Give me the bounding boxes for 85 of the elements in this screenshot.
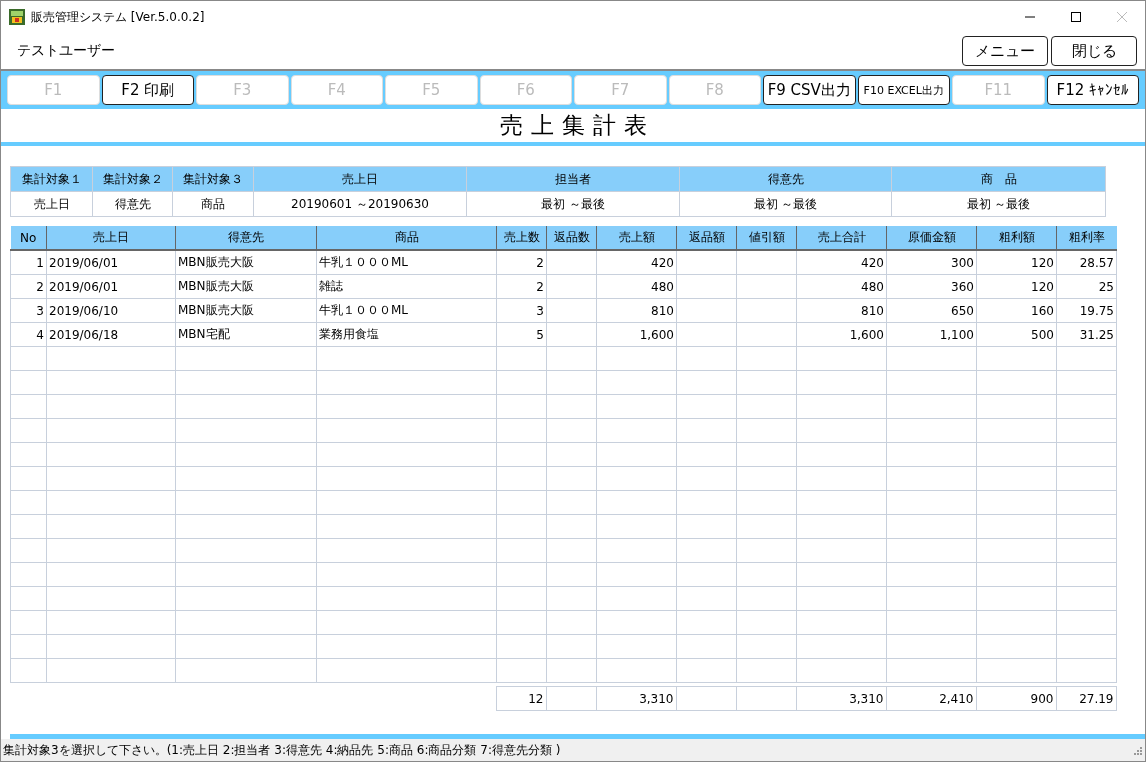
table-cell: 420: [796, 250, 887, 275]
app-icon: [9, 9, 25, 25]
column-header: 売上合計: [796, 226, 887, 250]
function-key-button[interactable]: F10 EXCEL出力: [857, 75, 950, 105]
table-cell: 31.25: [1056, 322, 1117, 347]
table-cell: 360: [886, 274, 977, 299]
table-cell: 2019/06/01: [46, 274, 176, 299]
criteria-header: 得意先: [679, 166, 892, 192]
user-name: テストユーザー: [17, 42, 116, 60]
criteria-value: 最初 ～最後: [679, 191, 892, 217]
column-header: 返品額: [676, 226, 737, 250]
table-cell: MBN販売大阪: [175, 274, 317, 299]
total-cell: 900: [976, 686, 1056, 711]
criteria-value: 最初 ～最後: [466, 191, 680, 217]
table-cell: 業務用食塩: [316, 322, 497, 347]
table-cell: 810: [796, 298, 887, 323]
table-cell: 1,100: [886, 322, 977, 347]
table-cell: 28.57: [1056, 250, 1117, 275]
status-text: 集計対象3を選択して下さい。(1:売上日 2:担当者 3:得意先 4:納品先 5:商品 6:商品分類 7:得意先分類 ): [3, 741, 562, 759]
criteria-header: 集計対象２: [92, 166, 173, 192]
column-header: 商品: [316, 226, 497, 250]
function-key-button[interactable]: F9 CSV出力: [763, 75, 856, 105]
column-header: 返品数: [546, 226, 597, 250]
total-cell: 2,410: [886, 686, 976, 711]
table-cell: 1,600: [796, 322, 887, 347]
column-header: 値引額: [736, 226, 797, 250]
criteria-value: 商品: [172, 191, 254, 217]
criteria-value: 20190601 ～20190630: [253, 191, 467, 217]
column-header: 売上数: [496, 226, 547, 250]
table-cell: 牛乳１０００ML: [316, 250, 497, 275]
table-cell: 420: [596, 250, 677, 275]
table-cell: 120: [976, 274, 1057, 299]
table-cell: 3: [10, 298, 47, 323]
column-header: 得意先: [175, 226, 317, 250]
table-cell: 2: [10, 274, 47, 299]
table-cell: 1,600: [596, 322, 677, 347]
function-key-button[interactable]: F12 ｷｬﾝｾﾙ: [1046, 75, 1139, 105]
table-cell: 25: [1056, 274, 1117, 299]
table-cell: 1: [10, 250, 47, 275]
table-cell: 120: [976, 250, 1057, 275]
resize-grip-icon[interactable]: [1132, 745, 1142, 755]
column-header: 売上日: [46, 226, 176, 250]
criteria-header: 売上日: [253, 166, 467, 192]
column-header: 粗利額: [976, 226, 1057, 250]
total-cell: 3,310: [796, 686, 886, 711]
function-key-button[interactable]: F2 印刷: [101, 75, 194, 105]
table-cell: 牛乳１０００ML: [316, 298, 497, 323]
criteria-header: 集計対象３: [172, 166, 254, 192]
criteria-header: 商 品: [891, 166, 1106, 192]
header-button[interactable]: メニュー: [962, 36, 1048, 66]
table-cell: 雑誌: [316, 274, 497, 299]
table-cell: 2019/06/01: [46, 250, 176, 275]
table-cell: 500: [976, 322, 1057, 347]
report-title: 売上集計表: [498, 111, 655, 140]
criteria-value: 得意先: [92, 191, 173, 217]
table-cell: 650: [886, 298, 977, 323]
header-button[interactable]: 閉じる: [1051, 36, 1137, 66]
criteria-value: 売上日: [10, 191, 93, 217]
table-cell: 2019/06/10: [46, 298, 176, 323]
criteria-value: 最初 ～最後: [891, 191, 1106, 217]
table-cell: 2: [496, 274, 547, 299]
table-cell: MBN販売大阪: [175, 298, 317, 323]
column-header: 売上額: [596, 226, 677, 250]
table-cell: 160: [976, 298, 1057, 323]
table-cell: 19.75: [1056, 298, 1117, 323]
table-cell: 4: [10, 322, 47, 347]
column-header: No: [10, 226, 47, 250]
table-cell: 2: [496, 250, 547, 275]
table-cell: 480: [596, 274, 677, 299]
table-cell: 300: [886, 250, 977, 275]
total-cell: 27.19: [1056, 686, 1116, 711]
column-header: 原価金額: [886, 226, 977, 250]
table-cell: 5: [496, 322, 547, 347]
column-header: 粗利率: [1056, 226, 1117, 250]
criteria-header: 担当者: [466, 166, 680, 192]
table-cell: 2019/06/18: [46, 322, 176, 347]
table-cell: 3: [496, 298, 547, 323]
table-cell: MBN販売大阪: [175, 250, 317, 275]
total-cell: 12: [496, 686, 546, 711]
table-cell: MBN宅配: [175, 322, 317, 347]
window-title: 販売管理システム [Ver.5.0.0.2]: [31, 8, 206, 26]
table-cell: 480: [796, 274, 887, 299]
table-cell: 810: [596, 298, 677, 323]
total-cell: 3,310: [596, 686, 676, 711]
criteria-header: 集計対象１: [10, 166, 93, 192]
